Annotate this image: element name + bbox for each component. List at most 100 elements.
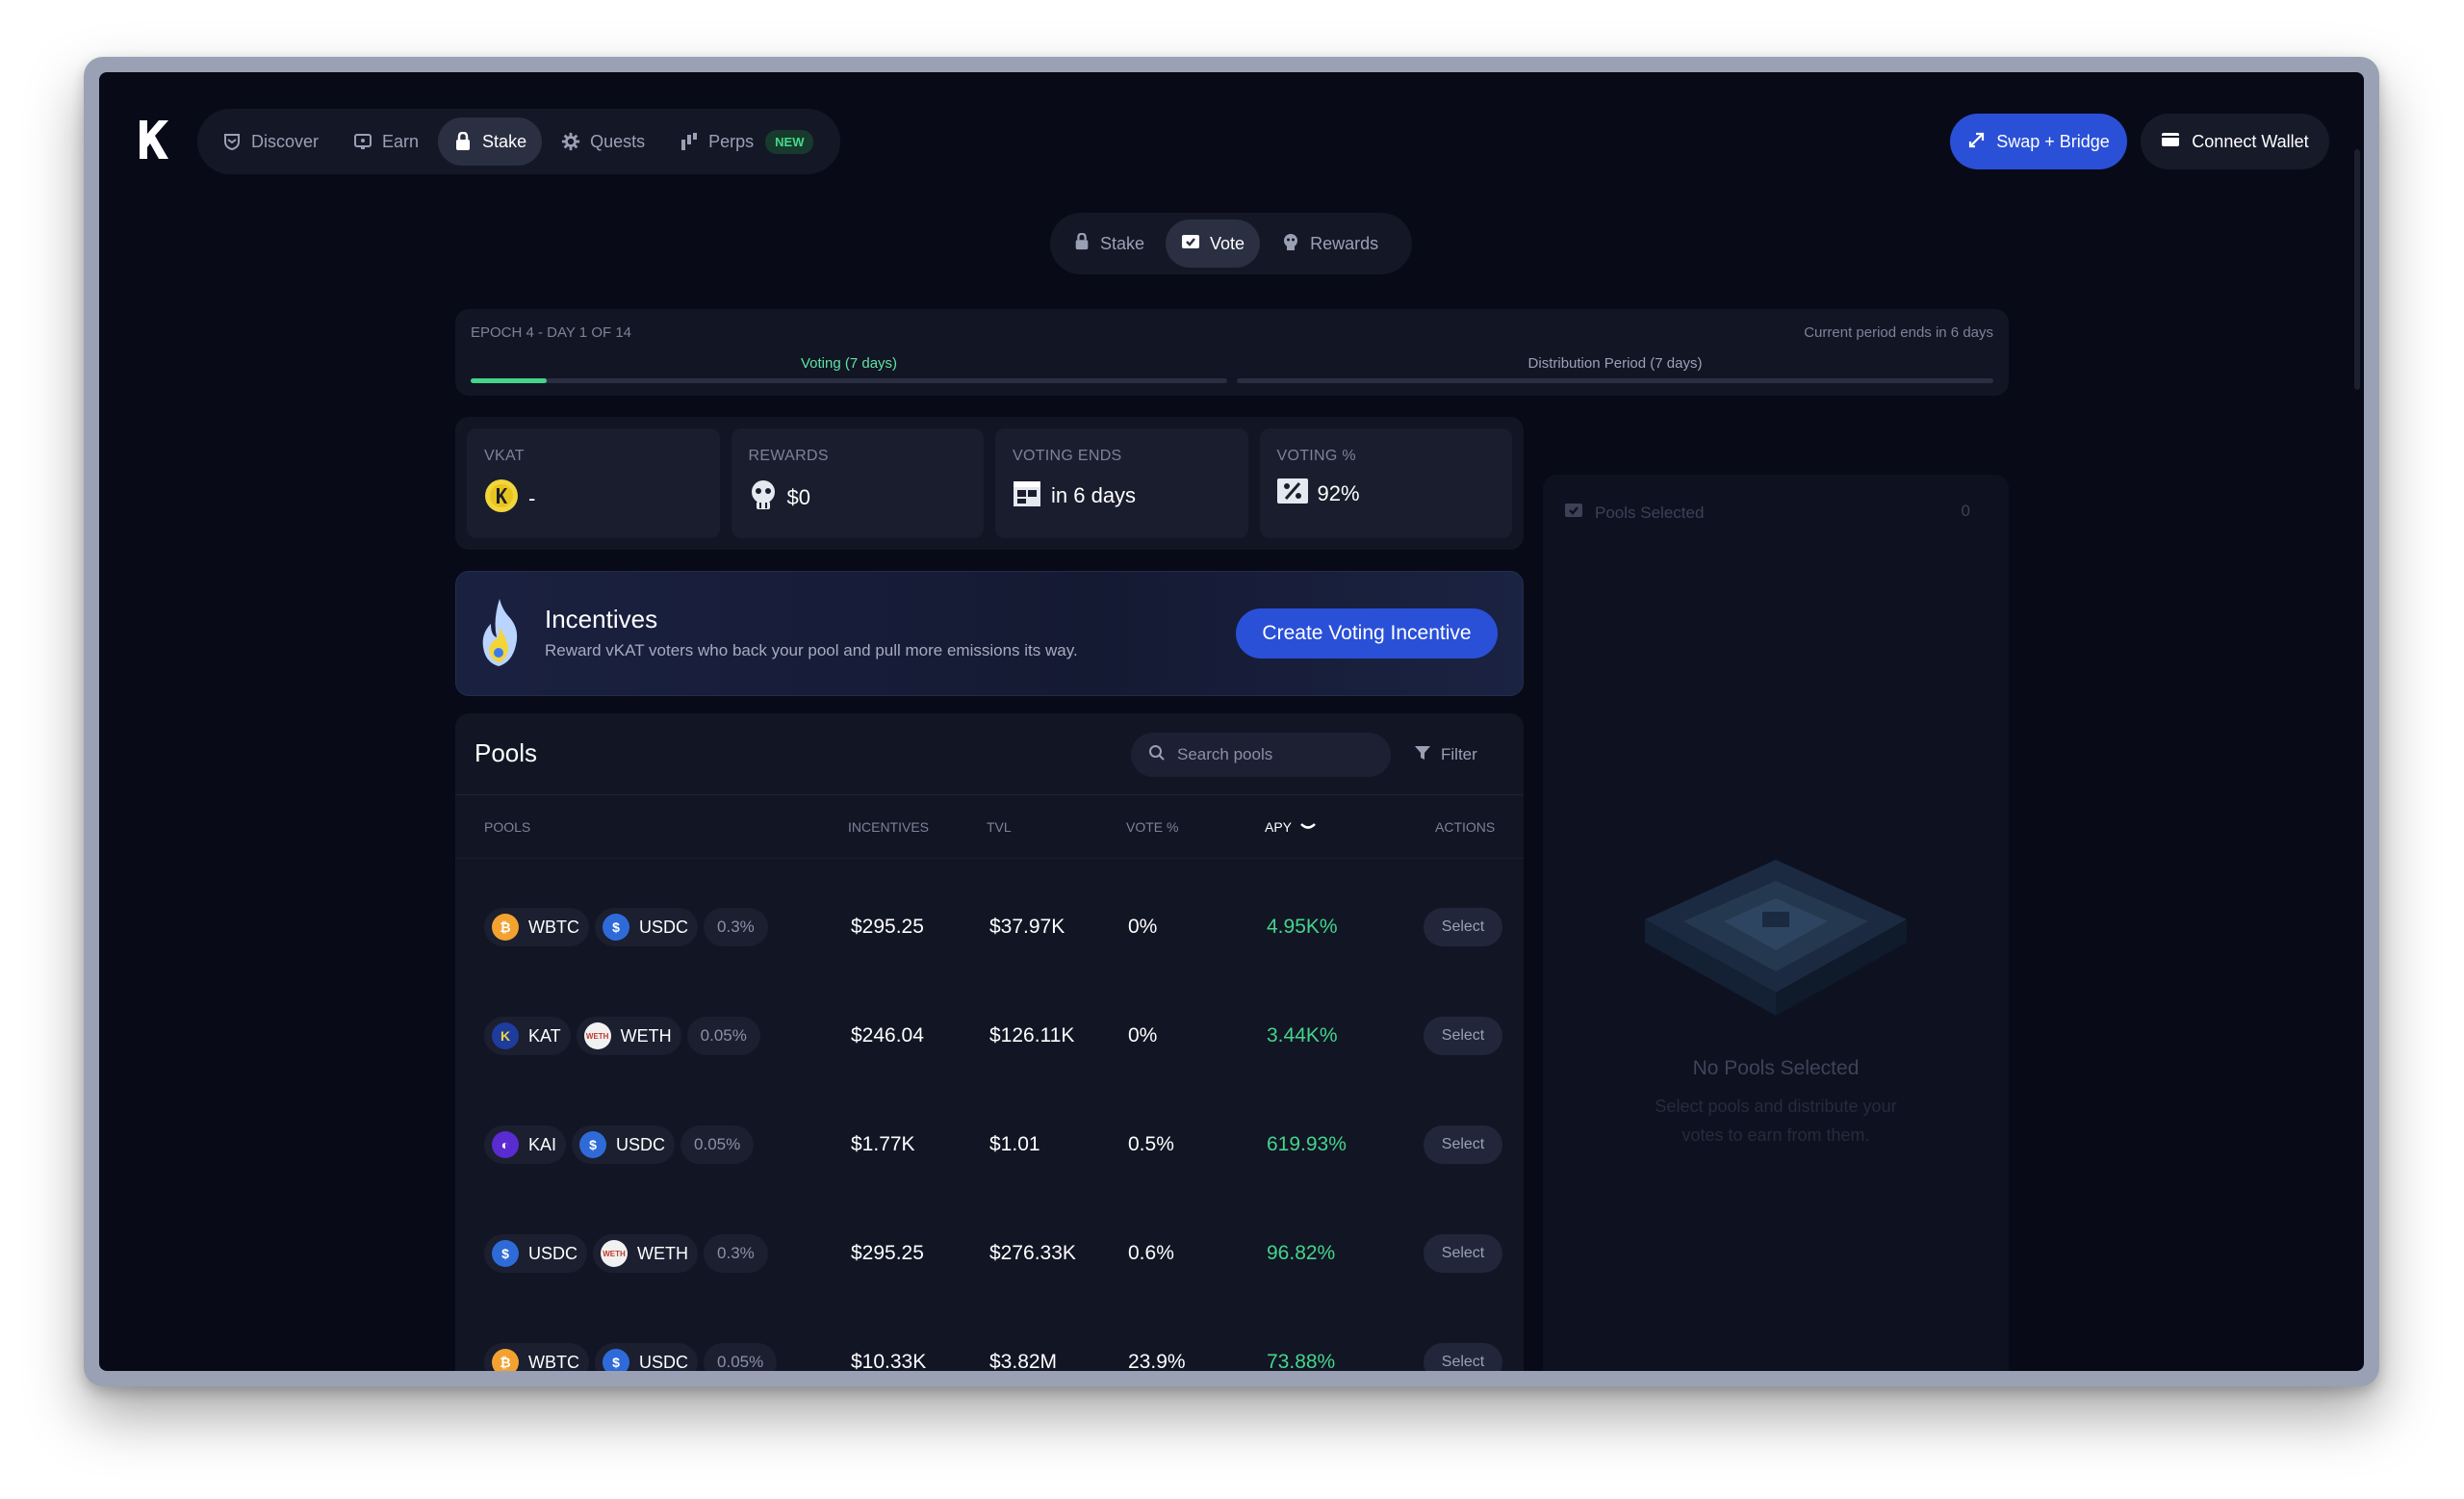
- col-vote[interactable]: VOTE %: [1126, 819, 1178, 835]
- incentives-value: $295.25: [851, 1242, 924, 1264]
- incentives-value: $1.77K: [851, 1133, 915, 1155]
- token-symbol: KAI: [528, 1134, 557, 1154]
- tab-rewards[interactable]: Rewards: [1266, 220, 1394, 268]
- fee-tier: 0.3%: [704, 908, 768, 946]
- lock-icon: [453, 132, 473, 151]
- nav-label: Stake: [482, 131, 527, 151]
- stat-title: VOTING %: [1276, 448, 1356, 464]
- nav-item-perps[interactable]: Perps NEW: [664, 117, 829, 166]
- token-symbol: USDC: [639, 917, 689, 937]
- pools-table-card: Pools Filter POOLS INCENTIVES TVL VOTE %…: [455, 713, 1524, 1371]
- token-symbol: WETH: [637, 1243, 689, 1263]
- kat-icon: K: [492, 1022, 519, 1049]
- token-chip: K KAT: [484, 1017, 571, 1055]
- col-actions: ACTIONS: [1435, 819, 1496, 835]
- stat-value: in 6 days: [1051, 483, 1137, 507]
- apy-value: 619.93%: [1267, 1133, 1347, 1155]
- col-tvl[interactable]: TVL: [987, 819, 1012, 835]
- filter-label: Filter: [1441, 745, 1477, 763]
- nav-label: Quests: [590, 131, 646, 151]
- tab-label: Stake: [1100, 233, 1145, 253]
- nav-item-quests[interactable]: Quests: [546, 117, 660, 166]
- table-row: ₿ WBTC $ USDC 0.05% $10.33K $3.82M 23.9%…: [455, 1306, 1524, 1371]
- app-window: Discover Earn Stake Quests Perps NEW Swa…: [84, 57, 2379, 1386]
- nav-label: Earn: [382, 131, 420, 151]
- app-screen: Discover Earn Stake Quests Perps NEW Swa…: [99, 72, 2364, 1371]
- filter-button[interactable]: Filter: [1414, 733, 1477, 777]
- apy-value: 4.95K%: [1267, 916, 1338, 938]
- vote-value: 0.5%: [1128, 1133, 1174, 1155]
- period-end-label: Current period ends in 6 days: [1804, 324, 1993, 341]
- ballot-icon: [1564, 502, 1583, 524]
- nav-item-discover[interactable]: Discover: [207, 117, 334, 166]
- nav-item-stake[interactable]: Stake: [438, 117, 543, 166]
- empty-vault-illustration: [1645, 860, 1907, 1016]
- distribution-phase-label: Distribution Period (7 days): [1527, 355, 1703, 372]
- token-chip: $ USDC: [595, 1343, 699, 1372]
- col-apy-label: APY: [1265, 819, 1293, 835]
- kat-logo[interactable]: [136, 118, 170, 161]
- swap-bridge-button[interactable]: Swap + Bridge: [1950, 114, 2127, 169]
- pool-pair: $ USDC WETH WETH 0.3%: [484, 1234, 768, 1273]
- stake-subtabs: Stake Vote Rewards: [1050, 213, 1412, 274]
- tab-stake[interactable]: Stake: [1058, 220, 1160, 268]
- usdc-icon: $: [579, 1131, 607, 1158]
- incentives-value: $295.25: [851, 916, 924, 938]
- search-icon: [1148, 744, 1166, 766]
- select-pool-button[interactable]: Select: [1424, 1125, 1502, 1164]
- stat-vkat: vKAT -: [467, 428, 720, 538]
- rewards-icon: [749, 478, 778, 517]
- token-chip: $ USDC: [484, 1234, 588, 1273]
- col-apy[interactable]: APY: [1265, 819, 1317, 835]
- incentives-value: $246.04: [851, 1024, 924, 1047]
- filter-icon: [1414, 744, 1431, 766]
- stat-title: REWARDS: [748, 448, 829, 464]
- fee-tier: 0.05%: [704, 1343, 778, 1371]
- gear-icon: [561, 132, 580, 151]
- col-incentives[interactable]: INCENTIVES: [848, 819, 929, 835]
- distribution-progress-bar: [1237, 378, 1993, 383]
- token-chip: ◐ KAI: [484, 1125, 567, 1164]
- apy-value: 73.88%: [1267, 1351, 1336, 1371]
- create-voting-incentive-button[interactable]: Create Voting Incentive: [1236, 608, 1498, 659]
- table-row: ₿ WBTC $ USDC 0.3% $295.25 $37.97K 0% 4.…: [455, 871, 1524, 980]
- stat-value: 92%: [1317, 481, 1360, 505]
- voting-phase-label: Voting (7 days): [800, 355, 898, 372]
- pool-search[interactable]: [1131, 733, 1391, 777]
- stat-rewards: REWARDS $0: [731, 428, 984, 538]
- page-scrollbar[interactable]: [2354, 149, 2360, 390]
- connect-wallet-button[interactable]: Connect Wallet: [2141, 114, 2329, 169]
- voting-progress-fill: [471, 378, 547, 383]
- tvl-value: $3.82M: [989, 1351, 1058, 1371]
- vote-value: 0.6%: [1128, 1242, 1174, 1264]
- empty-description: Select pools and distribute your votes t…: [1655, 1097, 1897, 1145]
- token-symbol: WBTC: [528, 917, 579, 937]
- tvl-value: $1.01: [989, 1133, 1040, 1155]
- stat-title: VOTING ENDS: [1013, 448, 1122, 464]
- select-pool-button[interactable]: Select: [1424, 1343, 1502, 1371]
- empty-title: No Pools Selected: [1692, 1057, 1860, 1079]
- token-chip: ₿ WBTC: [484, 908, 589, 946]
- swap-icon: [1967, 130, 1987, 154]
- usdc-icon: $: [492, 1240, 519, 1267]
- token-symbol: USDC: [639, 1352, 689, 1372]
- token-chip: WETH WETH: [576, 1017, 681, 1055]
- stat-voting-ends: VOTING ENDS in 6 days: [995, 428, 1248, 538]
- new-badge: NEW: [765, 129, 814, 154]
- select-pool-button[interactable]: Select: [1424, 1234, 1502, 1273]
- token-chip: $ USDC: [572, 1125, 676, 1164]
- vote-value: 0%: [1128, 916, 1158, 938]
- table-row: $ USDC WETH WETH 0.3% $295.25 $276.33K 0…: [455, 1198, 1524, 1306]
- nav-item-earn[interactable]: Earn: [338, 117, 434, 166]
- selected-pools-count: 0: [1961, 502, 1970, 520]
- select-pool-button[interactable]: Select: [1424, 1017, 1502, 1055]
- usdc-icon: $: [603, 914, 629, 941]
- search-input[interactable]: [1177, 745, 1350, 764]
- tab-vote[interactable]: Vote: [1166, 220, 1261, 268]
- pools-title: Pools: [475, 738, 538, 767]
- pool-pair: ◐ KAI $ USDC 0.05%: [484, 1125, 755, 1164]
- select-pool-button[interactable]: Select: [1424, 908, 1502, 946]
- selected-pools-header: Pools Selected: [1564, 502, 1704, 524]
- tvl-value: $276.33K: [989, 1242, 1076, 1264]
- incentives-value: $10.33K: [851, 1351, 927, 1371]
